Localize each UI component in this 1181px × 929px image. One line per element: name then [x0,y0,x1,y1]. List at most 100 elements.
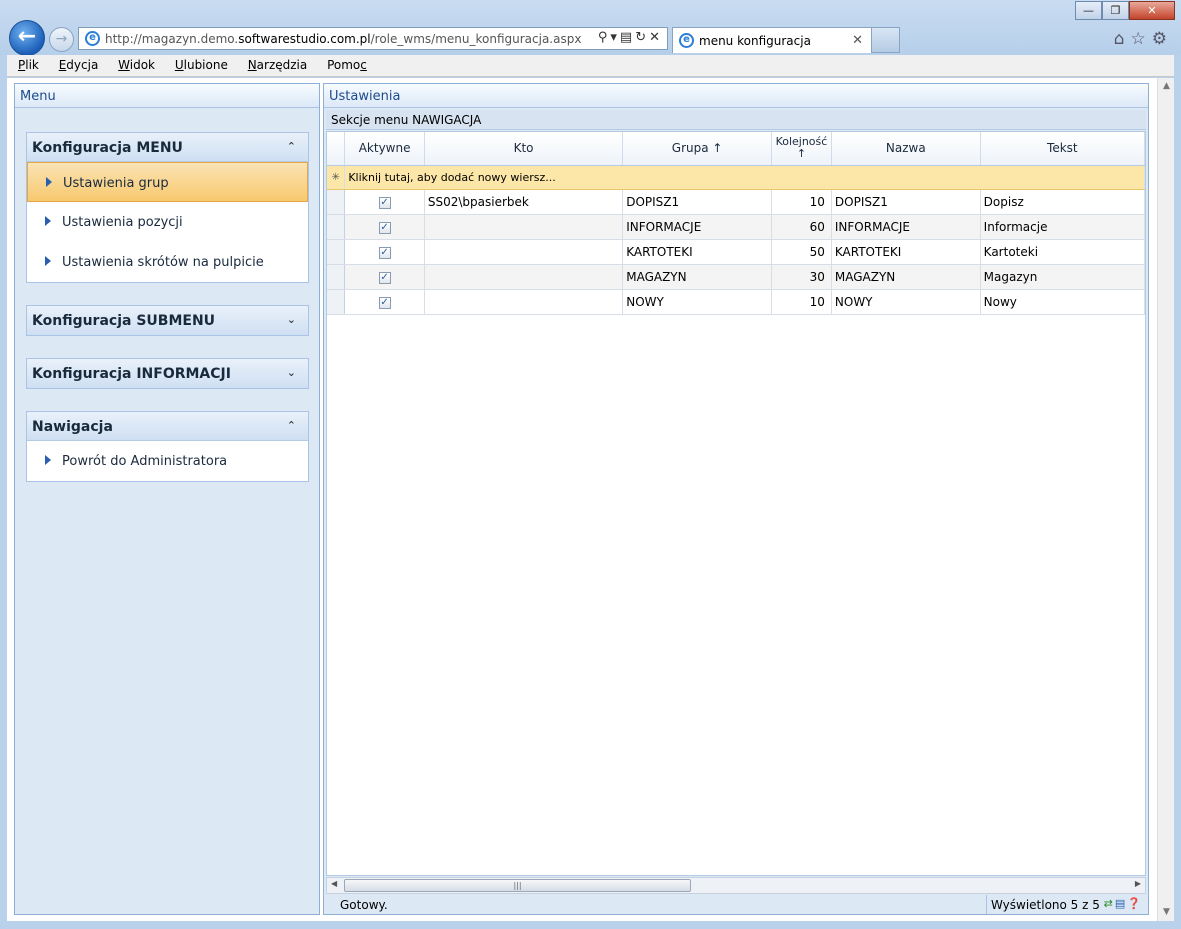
back-button[interactable]: ← [9,20,45,56]
search-icon[interactable]: ⚲ [598,30,611,45]
row-selector[interactable] [327,189,346,215]
cell-kto[interactable] [424,214,624,240]
url-text[interactable]: http://magazyn.demo.softwarestudio.com.p… [105,32,581,46]
scrollbar-thumb[interactable]: ||| [344,879,691,892]
compat-icon[interactable]: ▤ [620,30,635,45]
scroll-left-icon[interactable]: ◀ [331,879,337,888]
home-icon[interactable]: ⌂ [1114,29,1131,49]
cell-kolejnosc[interactable]: 10 [771,189,832,215]
menu-pane: Menu Konfiguracja MENU ⌃ Ustawienia grup… [14,83,320,915]
favorites-star-icon[interactable]: ☆ [1131,29,1152,49]
menu-narzedzia[interactable]: Narzędzia [248,55,308,72]
cell-grupa[interactable]: DOPISZ1 [622,189,772,215]
cell-tekst[interactable]: Dopisz [980,189,1145,215]
menu-widok[interactable]: Widok [118,55,155,72]
cell-tekst[interactable]: Kartoteki [980,239,1145,265]
menu-pomoc[interactable]: Pomoc [327,55,367,72]
table-row[interactable]: ✓ NOWY 10 NOWY Nowy [327,289,1145,315]
cell-nazwa[interactable]: NOWY [831,289,981,315]
menu-ulubione[interactable]: Ulubione [175,55,228,72]
nav-item-powrot[interactable]: Powrót do Administratora [27,441,308,481]
dropdown-icon[interactable]: ▾ [610,30,620,45]
aktywne-checkbox[interactable]: ✓ [344,189,425,215]
row-selector[interactable] [327,214,346,240]
cell-kto[interactable] [424,264,624,290]
group-header[interactable]: Konfiguracja SUBMENU ⌄ [27,306,308,335]
cell-kto[interactable] [424,239,624,265]
group-header[interactable]: Nawigacja ⌃ [27,412,308,441]
row-selector[interactable] [327,264,346,290]
column-header-kolejnosc[interactable]: Kolejność ↑ [771,132,832,166]
aktywne-checkbox[interactable]: ✓ [344,264,425,290]
collapse-icon[interactable]: ⌃ [287,419,296,432]
expand-icon[interactable]: ⌄ [287,313,296,326]
cell-grupa[interactable]: INFORMACJE [622,214,772,240]
cell-tekst[interactable]: Nowy [980,289,1145,315]
cell-kto[interactable] [424,289,624,315]
aktywne-checkbox[interactable]: ✓ [344,214,425,240]
cell-kto[interactable]: SS02\bpasierbek [424,189,624,215]
cell-tekst[interactable]: Informacje [980,214,1145,240]
maximize-button[interactable]: ❐ [1102,1,1129,20]
new-row[interactable]: ✳ Kliknij tutaj, aby dodać nowy wiersz..… [327,165,1145,190]
column-header-grupa[interactable]: Grupa ↑ [622,132,772,166]
browser-tab[interactable]: e menu konfiguracja ✕ [672,27,872,53]
table-row[interactable]: ✓ MAGAZYN 30 MAGAZYN Magazyn [327,264,1145,290]
help-icon[interactable]: ❓ [1127,897,1143,910]
cell-grupa[interactable]: MAGAZYN [622,264,772,290]
new-row-text[interactable]: Kliknij tutaj, aby dodać nowy wiersz... [344,165,1145,190]
cell-nazwa[interactable]: INFORMACJE [831,214,981,240]
horizontal-scrollbar[interactable]: ◀ ||| ▶ [326,877,1146,894]
cell-tekst[interactable]: Magazyn [980,264,1145,290]
nav-item-ustawienia-pozycji[interactable]: Ustawienia pozycji [27,202,308,242]
table-row[interactable]: ✓ SS02\bpasierbek DOPISZ1 10 DOPISZ1 Dop… [327,189,1145,215]
row-selector[interactable] [327,289,346,315]
page-vertical-scrollbar[interactable]: ▲ ▼ [1157,78,1174,921]
forward-button[interactable]: → [49,27,74,52]
aktywne-checkbox[interactable]: ✓ [344,239,425,265]
export-icon[interactable]: ▤ [1115,897,1127,910]
scroll-up-icon[interactable]: ▲ [1158,78,1175,95]
cell-grupa[interactable]: KARTOTEKI [622,239,772,265]
column-header-nazwa[interactable]: Nazwa [831,132,981,166]
group-header[interactable]: Konfiguracja INFORMACJI ⌄ [27,359,308,388]
group-title: Nawigacja [32,419,113,435]
menu-edycja[interactable]: Edycja [59,55,99,72]
table-row[interactable]: ✓ INFORMACJE 60 INFORMACJE Informacje [327,214,1145,240]
cell-nazwa[interactable]: DOPISZ1 [831,189,981,215]
address-bar[interactable]: e http://magazyn.demo.softwarestudio.com… [78,27,668,50]
row-selector[interactable] [327,239,346,265]
cell-nazwa[interactable]: MAGAZYN [831,264,981,290]
cell-kolejnosc[interactable]: 60 [771,214,832,240]
new-tab-button[interactable] [872,27,900,53]
aktywne-checkbox[interactable]: ✓ [344,289,425,315]
group-header[interactable]: Konfiguracja MENU ⌃ [27,133,308,162]
refresh-icon[interactable]: ↻ [635,30,649,45]
cell-grupa[interactable]: NOWY [622,289,772,315]
cell-nazwa[interactable]: KARTOTEKI [831,239,981,265]
arrow-right-icon [45,455,51,465]
close-window-button[interactable]: ✕ [1129,1,1175,20]
scroll-right-icon[interactable]: ▶ [1135,879,1141,888]
column-header-aktywne[interactable]: Aktywne [344,132,425,166]
collapse-icon[interactable]: ⌃ [287,140,296,153]
menu-bar: Plik Edycja Widok Ulubione Narzędzia Pom… [7,55,1174,77]
nav-item-ustawienia-grup[interactable]: Ustawienia grup [27,162,308,202]
browser-titlebar: ← → e http://magazyn.demo.softwarestudio… [0,0,1181,56]
cell-kolejnosc[interactable]: 50 [771,239,832,265]
minimize-button[interactable]: — [1075,1,1102,20]
nav-item-ustawienia-skrotow[interactable]: Ustawienia skrótów na pulpicie [27,242,308,282]
refresh-icon[interactable]: ⇄ [1104,897,1115,910]
gear-icon[interactable]: ⚙ [1152,29,1173,49]
close-tab-icon[interactable]: ✕ [852,33,863,48]
row-selector-header [327,132,346,166]
scroll-down-icon[interactable]: ▼ [1158,904,1175,921]
cell-kolejnosc[interactable]: 30 [771,264,832,290]
column-header-tekst[interactable]: Tekst [980,132,1145,166]
expand-icon[interactable]: ⌄ [287,366,296,379]
table-row[interactable]: ✓ KARTOTEKI 50 KARTOTEKI Kartoteki [327,239,1145,265]
stop-icon[interactable]: ✕ [649,30,663,45]
column-header-kto[interactable]: Kto [424,132,624,166]
menu-plik[interactable]: Plik [18,55,39,72]
cell-kolejnosc[interactable]: 10 [771,289,832,315]
